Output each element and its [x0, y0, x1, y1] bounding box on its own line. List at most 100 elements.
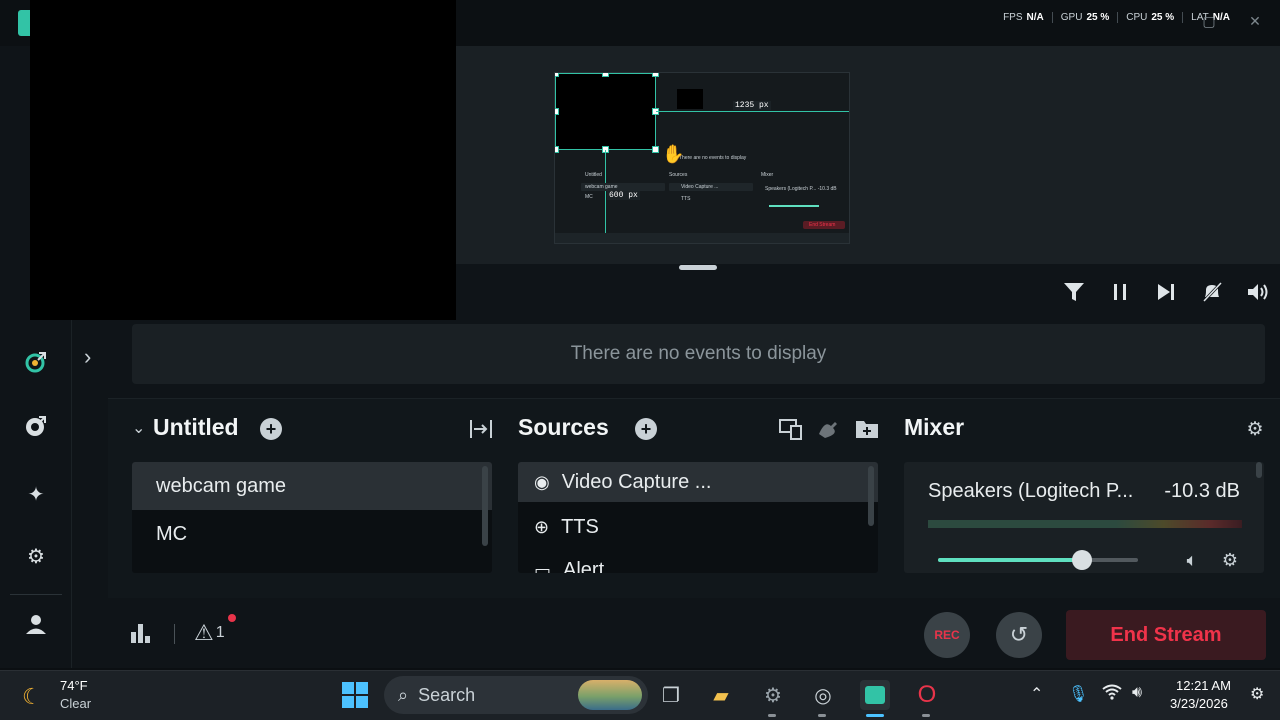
source-item-label: Alert — [563, 559, 605, 573]
alert-box-icon[interactable] — [22, 348, 50, 376]
audio-source-icon[interactable] — [816, 416, 842, 442]
nested-taskbar — [555, 233, 849, 243]
running-indicator — [922, 714, 930, 717]
stats-icon[interactable] — [130, 622, 152, 650]
maximize-icon[interactable]: ▢ — [1200, 12, 1218, 30]
mute-notifications-icon[interactable] — [1200, 280, 1224, 304]
chevron-down-icon[interactable]: ⌄ — [132, 418, 145, 438]
notification-center-icon[interactable]: ⚙ — [1250, 684, 1264, 704]
perf-label: FPS — [1003, 12, 1023, 23]
tray-overflow-icon[interactable]: ⌃ — [1030, 684, 1043, 704]
webcam-source-selected[interactable] — [555, 73, 656, 150]
start-button[interactable] — [340, 680, 370, 710]
widgets-icon[interactable] — [22, 412, 50, 440]
nested-scene-item: webcam game — [585, 184, 618, 190]
resize-handle[interactable] — [652, 73, 659, 77]
task-view-icon[interactable]: ❐ — [656, 680, 686, 710]
wifi-icon[interactable] — [1102, 684, 1122, 705]
speaker-icon[interactable]: 🔈︎ — [1180, 548, 1204, 572]
source-item[interactable]: ⊕ TTS — [518, 502, 878, 552]
microphone-icon[interactable]: 🎙︎ — [1068, 684, 1088, 704]
warning-icon: ⚠ — [194, 620, 214, 645]
resize-handle[interactable] — [555, 146, 559, 153]
resize-handle[interactable] — [555, 73, 559, 77]
event-toolbar — [1062, 280, 1270, 304]
resize-handle[interactable] — [602, 73, 609, 77]
width-label: 1235 px — [733, 101, 771, 110]
add-scene-icon[interactable]: + — [258, 416, 284, 442]
mixer-settings-icon[interactable]: ⚙ — [1242, 416, 1268, 442]
filter-icon[interactable] — [1062, 280, 1086, 304]
search-highlight-image — [578, 680, 642, 710]
mixer-device-name: Speakers (Logitech P... — [928, 480, 1134, 502]
source-item-label: Video Capture ... — [561, 470, 712, 493]
nested-mixer-text: Speakers (Logitech P... -10.3 dB — [765, 186, 837, 192]
clock-date[interactable]: 3/23/2026 — [1170, 696, 1228, 711]
scene-item-label: webcam game — [156, 474, 287, 497]
perf-cpu: CPU 25 % — [1117, 12, 1182, 23]
source-item[interactable]: ▭ Alert — [518, 552, 878, 573]
scene-transitions-icon[interactable] — [468, 416, 494, 442]
nested-end-stream-label: End Stream — [809, 222, 836, 228]
sparkle-icon[interactable]: ✦ — [22, 480, 50, 508]
audio-meter — [928, 520, 1242, 528]
volume-icon[interactable] — [1246, 280, 1270, 304]
record-button[interactable]: REC — [924, 612, 970, 658]
add-folder-icon[interactable] — [854, 416, 880, 442]
search-placeholder: Search — [418, 684, 476, 705]
file-explorer-icon[interactable]: ▰ — [706, 680, 736, 710]
notifications-button[interactable]: ⚠ 1 — [194, 620, 225, 646]
resize-handle[interactable] — [652, 146, 659, 153]
sources-title: Sources — [518, 414, 609, 440]
perf-value: 25 % — [1151, 12, 1175, 23]
running-indicator — [818, 714, 826, 717]
opera-icon[interactable]: O — [912, 680, 942, 710]
streamlabs-logo-icon — [865, 686, 885, 704]
scene-scrollbar[interactable] — [482, 466, 488, 546]
source-scrollbar[interactable] — [868, 466, 874, 526]
volume-tray-icon[interactable]: 🔊︎ — [1132, 684, 1142, 702]
scene-preview[interactable]: 1235 px 600 px There are no events to di… — [554, 72, 850, 244]
close-icon[interactable]: ✕ — [1246, 12, 1264, 30]
skip-icon[interactable] — [1154, 280, 1178, 304]
taskbar-search[interactable]: ⌕ Search — [384, 676, 648, 714]
running-indicator — [768, 714, 776, 717]
steam-icon[interactable]: ◎ — [808, 680, 838, 710]
windows-logo-icon — [342, 682, 368, 708]
streamlabs-taskbar-icon[interactable] — [860, 680, 890, 710]
preview-resize-handle[interactable] — [679, 265, 717, 270]
volume-slider-fill — [938, 558, 1082, 562]
recent-events-panel: There are no events to display — [132, 324, 1265, 384]
source-item[interactable]: ◉ Video Capture ... — [518, 462, 878, 502]
replay-buffer-button[interactable]: ↺ — [996, 612, 1042, 658]
perf-label: GPU — [1060, 12, 1083, 23]
mixer-title: Mixer — [904, 414, 965, 440]
mixer-scrollbar[interactable] — [1256, 462, 1262, 478]
nested-source-item: TTS — [681, 196, 691, 202]
scene-item[interactable]: webcam game — [132, 462, 492, 510]
pause-icon[interactable] — [1108, 280, 1132, 304]
end-stream-button[interactable]: End Stream — [1066, 610, 1266, 660]
settings-gear-icon[interactable]: ⚙ — [22, 542, 50, 570]
resize-handle[interactable] — [555, 108, 559, 115]
guide-line — [605, 150, 606, 243]
chevron-right-icon[interactable]: › — [84, 344, 91, 370]
moon-icon[interactable]: ☾ — [22, 684, 42, 710]
scene-item[interactable]: MC — [132, 510, 492, 558]
nested-mixer-title: Mixer — [761, 172, 774, 178]
events-empty-text: There are no events to display — [570, 343, 827, 364]
mixer-item-settings-icon[interactable]: ⚙ — [1218, 548, 1242, 572]
source-list: ◉ Video Capture ... ⊕ TTS ▭ Alert — [518, 462, 878, 573]
volume-slider[interactable] — [938, 550, 1138, 570]
clock-time[interactable]: 12:21 AM — [1176, 678, 1231, 693]
weather-condition[interactable]: Clear — [60, 696, 91, 711]
weather-temp[interactable]: 74°F — [60, 678, 88, 693]
scenes-title[interactable]: Untitled — [153, 414, 239, 441]
add-source-icon[interactable]: + — [633, 416, 659, 442]
profile-icon[interactable] — [22, 610, 50, 638]
perf-value: 25 % — [1086, 12, 1110, 23]
volume-slider-thumb[interactable] — [1072, 550, 1092, 570]
nested-events-text: There are no events to display — [679, 155, 747, 161]
settings-app-icon[interactable]: ⚙ — [758, 680, 788, 710]
source-display-icon[interactable] — [778, 416, 804, 442]
